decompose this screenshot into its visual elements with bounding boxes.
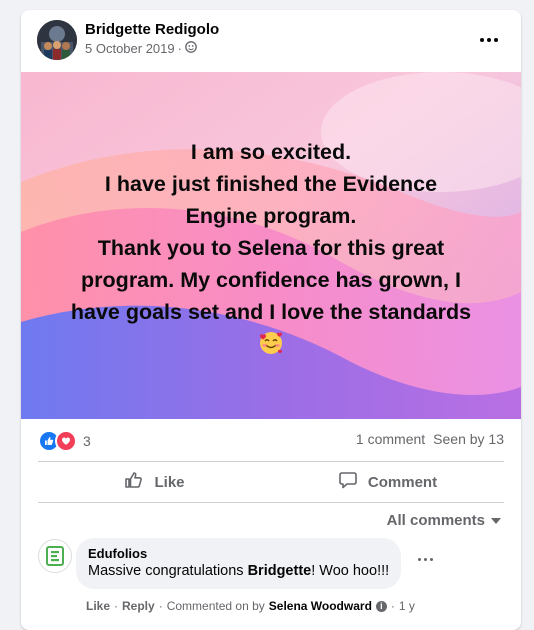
info-icon[interactable]: i: [375, 600, 387, 612]
commented-on-by: Commented on by: [166, 599, 265, 613]
comment-filter-label: All comments: [386, 512, 485, 529]
comment-reply-link[interactable]: Reply: [122, 599, 155, 613]
comment-icon: [338, 470, 358, 494]
post-card: Bridgette Redigolo 5 October 2019 · I am…: [21, 10, 521, 630]
chevron-down-icon: [491, 517, 501, 524]
comment-bubble: Edufolios Massive congratulations Bridge…: [76, 538, 402, 589]
post-text: I am so excited. I have just finished th…: [21, 72, 521, 419]
footer-separator: ·: [390, 599, 395, 613]
love-icon: [55, 430, 77, 452]
commenter-avatar[interactable]: [38, 539, 72, 573]
comment-label: Comment: [367, 473, 438, 491]
stats-right: 1 comment Seen by 13: [356, 431, 504, 447]
comment-mention[interactable]: Bridgette: [248, 563, 312, 579]
smiling-face-with-hearts-icon: [258, 330, 284, 356]
meta-separator: ·: [177, 41, 182, 56]
post-header: Bridgette Redigolo 5 October 2019 ·: [21, 10, 521, 72]
divider: [38, 502, 504, 503]
seen-by-link[interactable]: Seen by 13: [433, 431, 504, 447]
more-options-button[interactable]: [477, 32, 501, 48]
footer-separator: ·: [158, 599, 163, 613]
comment-time[interactable]: 1 y: [399, 599, 415, 613]
post-text-line: have goals set and I love the standards: [70, 299, 472, 324]
comment-options-button[interactable]: [418, 558, 433, 561]
reactions-summary[interactable]: 3: [38, 430, 91, 452]
post-text-line: Engine program.: [185, 203, 357, 228]
comment-filter-dropdown[interactable]: All comments: [387, 512, 501, 529]
comment-like-link[interactable]: Like: [86, 599, 110, 613]
dot-icon: [487, 38, 491, 42]
post-date[interactable]: 5 October 2019: [85, 41, 175, 56]
like-label: Like: [154, 473, 185, 491]
comment-text-end: ! Woo hoo!!!: [311, 563, 390, 579]
comment-text-start: Massive congratulations: [88, 563, 248, 579]
comment-button[interactable]: Comment: [271, 462, 504, 502]
comment-count-link[interactable]: 1 comment: [356, 431, 425, 447]
author-avatar[interactable]: [37, 20, 77, 60]
post-text-line: Thank you to Selena for this great: [97, 235, 445, 260]
comment-footer: Like · Reply · Commented on by Selena Wo…: [86, 599, 415, 613]
dot-icon: [430, 558, 433, 561]
post-text-line: program. My confidence has grown, I: [81, 267, 461, 292]
thumbs-up-icon: [124, 470, 144, 494]
post-stats: 3 1 comment Seen by 13: [21, 419, 521, 461]
comment-text: Massive congratulations Bridgette! Woo h…: [88, 562, 389, 581]
post-text-line: I am so excited.: [190, 139, 352, 164]
dot-icon: [424, 558, 427, 561]
like-button[interactable]: Like: [38, 462, 271, 502]
dot-icon: [494, 38, 498, 42]
friends-icon[interactable]: [185, 41, 197, 56]
author-name[interactable]: Bridgette Redigolo: [85, 21, 219, 38]
post-meta: 5 October 2019 ·: [85, 41, 197, 56]
reaction-count: 3: [83, 433, 91, 449]
comment-author[interactable]: Edufolios: [88, 546, 389, 562]
footer-separator: ·: [114, 599, 119, 613]
commenter-name[interactable]: Selena Woodward: [269, 599, 372, 613]
post-text-line: I have just finished the Evidence: [104, 171, 438, 196]
dot-icon: [418, 558, 421, 561]
dot-icon: [480, 38, 484, 42]
post-actions: Like Comment: [38, 462, 504, 502]
